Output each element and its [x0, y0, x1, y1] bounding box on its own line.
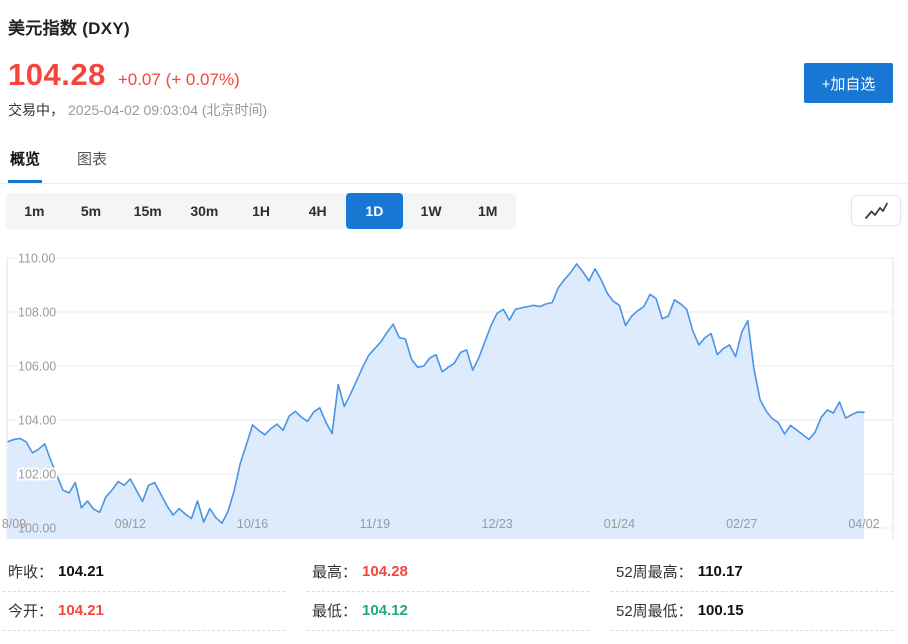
stat-value: 100.15 — [698, 602, 744, 619]
chart-style-button[interactable] — [851, 195, 901, 226]
quote-timestamp: 2025-04-02 09:03:04 (北京时间) — [68, 102, 267, 118]
page-title: 美元指数 (DXY) — [8, 14, 908, 39]
timeframe-1h[interactable]: 1H — [233, 193, 290, 229]
stats-column: 昨收： 104.21 今开： 104.21 — [3, 553, 285, 631]
stat-row: 今开： 104.21 — [3, 592, 285, 631]
stat-row: 最高： 104.28 — [307, 553, 589, 592]
timeframe-5m[interactable]: 5m — [63, 193, 120, 229]
timeframe-1w[interactable]: 1W — [403, 193, 460, 229]
x-axis-label: 09/12 — [115, 517, 146, 531]
quote-header: 美元指数 (DXY) +加自选 104.28 +0.07 (+ 0.07%) 交… — [0, 14, 908, 120]
y-axis-label: 110.00 — [18, 252, 55, 266]
stat-label: 52周最低： — [616, 600, 693, 621]
y-axis-label: 106.00 — [18, 360, 56, 374]
stat-label: 最低： — [312, 600, 357, 621]
status-row: 交易中，2025-04-02 09:03:04 (北京时间) — [8, 100, 908, 120]
stats-column: 52周最高： 110.17 52周最低： 100.15 — [611, 553, 893, 631]
stat-row: 昨收： 104.21 — [3, 553, 285, 592]
x-axis-label: 11/19 — [360, 517, 390, 531]
x-axis-label: 04/02 — [848, 517, 879, 531]
stats-column: 最高： 104.28 最低： 104.12 — [307, 553, 589, 631]
x-axis-label: 10/16 — [237, 517, 268, 531]
y-axis-label: 108.00 — [18, 306, 56, 320]
trading-status: 交易中， — [8, 102, 64, 118]
timeframe-30m[interactable]: 30m — [176, 193, 233, 229]
stat-value: 104.21 — [58, 563, 104, 580]
last-price: 104.28 — [8, 57, 106, 93]
timeframe-15m[interactable]: 15m — [119, 193, 176, 229]
x-axis-label: 8/09 — [2, 517, 26, 531]
y-axis-label: 102.00 — [18, 468, 56, 482]
stat-label: 52周最高： — [616, 561, 693, 582]
stats-grid: 昨收： 104.21 今开： 104.21 最高： 104.28 最低： 104.12 52周最… — [3, 553, 908, 631]
stat-value: 104.28 — [362, 563, 408, 580]
timeframe-1d[interactable]: 1D — [346, 193, 403, 229]
price-change: +0.07 (+ 0.07%) — [118, 70, 240, 90]
price-row: 104.28 +0.07 (+ 0.07%) — [8, 57, 908, 93]
stat-label: 今开： — [8, 600, 53, 621]
price-chart[interactable]: 110.00108.00106.00104.00102.00100.008/09… — [0, 240, 908, 548]
stat-row: 52周最低： 100.15 — [611, 592, 893, 631]
stat-row: 52周最高： 110.17 — [611, 553, 893, 592]
stat-value: 104.12 — [362, 602, 408, 619]
x-axis-label: 01/24 — [604, 517, 635, 531]
timeframe-group: 1m5m15m30m1H4H1D1W1M — [6, 193, 516, 229]
tab-chart[interactable]: 图表 — [75, 141, 109, 183]
timeframe-4h[interactable]: 4H — [289, 193, 346, 229]
stat-label: 最高： — [312, 561, 357, 582]
add-watchlist-button[interactable]: +加自选 — [804, 63, 893, 103]
x-axis-label: 02/27 — [726, 517, 757, 531]
stat-row: 最低： 104.12 — [307, 592, 589, 631]
chart-area-fill — [8, 264, 864, 539]
timeframe-1m[interactable]: 1m — [6, 193, 63, 229]
timeframe-1m[interactable]: 1M — [459, 193, 516, 229]
stat-value: 104.21 — [58, 602, 104, 619]
view-tabs: 概览图表 — [0, 141, 908, 184]
chart-toolbar: 1m5m15m30m1H4H1D1W1M — [6, 193, 901, 229]
tab-overview[interactable]: 概览 — [8, 141, 42, 183]
stat-label: 昨收： — [8, 561, 53, 582]
x-axis-label: 12/23 — [482, 517, 513, 531]
stat-value: 110.17 — [698, 563, 743, 580]
trend-line-icon — [863, 201, 889, 221]
y-axis-label: 104.00 — [18, 414, 56, 428]
